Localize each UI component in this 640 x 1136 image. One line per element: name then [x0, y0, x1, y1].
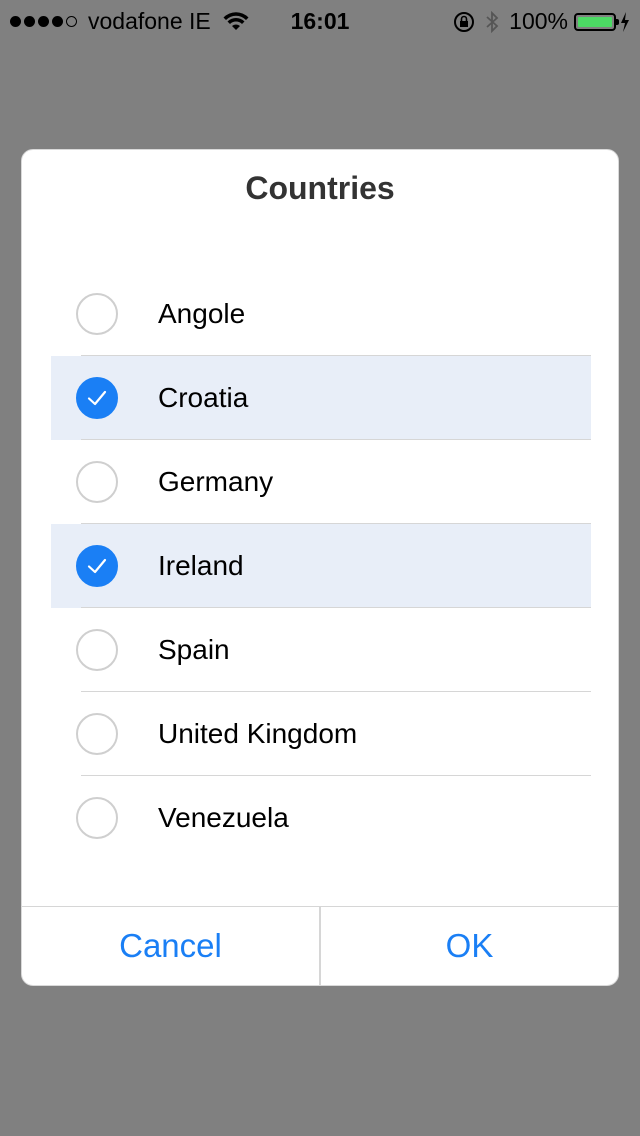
checkbox[interactable]	[76, 629, 118, 671]
list-item-label: Germany	[158, 466, 274, 497]
list-item-label: Croatia	[158, 382, 249, 413]
countries-dialog: Countries Angole Croatia Germany Ireland…	[21, 149, 619, 986]
list-item-label: Venezuela	[158, 802, 289, 833]
list-item[interactable]: Angole	[51, 272, 591, 356]
list-item-label: Ireland	[158, 550, 244, 581]
orientation-lock-icon	[454, 11, 475, 32]
checkbox[interactable]	[76, 461, 118, 503]
checkbox[interactable]	[76, 713, 118, 755]
charging-icon	[621, 11, 629, 32]
cancel-button[interactable]: Cancel	[22, 907, 319, 985]
battery-percent: 100%	[509, 8, 568, 34]
list-item[interactable]: United Kingdom	[51, 692, 591, 776]
checkbox[interactable]	[76, 293, 118, 335]
battery-icon	[574, 12, 619, 31]
dialog-title: Countries	[245, 170, 395, 206]
list-item[interactable]: Croatia	[51, 356, 591, 440]
list-item-label: United Kingdom	[158, 718, 358, 749]
list-item[interactable]: Germany	[51, 440, 591, 524]
list-item[interactable]: Spain	[51, 608, 591, 692]
bluetooth-icon	[486, 10, 499, 33]
checkmark-icon	[87, 390, 107, 406]
dialog-footer: Cancel OK	[22, 906, 618, 985]
checkmark-icon	[87, 558, 107, 574]
status-right: 100%	[453, 8, 630, 35]
checkbox[interactable]	[76, 545, 118, 587]
checkbox[interactable]	[76, 377, 118, 419]
checkbox[interactable]	[76, 797, 118, 839]
list-item[interactable]: Venezuela	[51, 776, 591, 860]
list-item-label: Spain	[158, 634, 230, 665]
country-list: Angole Croatia Germany Ireland Spain Uni…	[22, 272, 618, 860]
ok-button[interactable]: OK	[321, 907, 618, 985]
status-bar: vodafone IE 16:01 100%	[0, 0, 640, 40]
list-item[interactable]: Ireland	[51, 524, 591, 608]
list-item-label: Angole	[158, 298, 246, 329]
